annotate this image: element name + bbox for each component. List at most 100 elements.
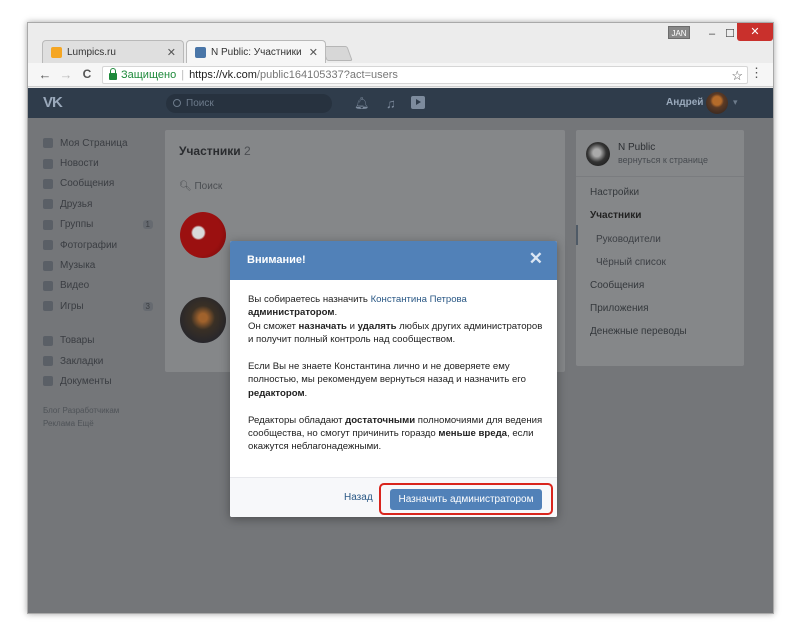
news-icon — [43, 158, 53, 169]
menu-item-goods[interactable]: Товары — [43, 331, 153, 351]
dialog-text: и — [346, 320, 358, 332]
panel-item-money-transfers[interactable]: Денежные переводы — [590, 326, 687, 337]
friends-icon — [43, 199, 53, 210]
members-search-input[interactable]: 🔍︎ Поиск — [179, 181, 222, 192]
reload-button[interactable]: C — [80, 67, 94, 82]
home-icon — [43, 138, 53, 149]
notifications-bell-icon[interactable]: 🔔︎ — [354, 96, 369, 110]
back-button[interactable]: ← — [38, 67, 52, 82]
games-icon — [43, 301, 53, 312]
tab-close-icon[interactable]: ✕ — [309, 46, 318, 59]
divider — [576, 176, 744, 177]
music-icon — [43, 260, 53, 271]
vk-search-input[interactable]: Поиск — [166, 94, 332, 113]
left-menu: Моя Страница Новости Сообщения Друзья Гр… — [43, 133, 153, 430]
members-title-label: Участники — [179, 144, 241, 158]
menu-item-label: Группы — [60, 219, 94, 231]
menu-item-groups[interactable]: Группы 1 — [43, 215, 153, 235]
community-name[interactable]: N Public — [618, 142, 655, 153]
avatar[interactable] — [706, 92, 728, 114]
forward-button[interactable]: → — [59, 67, 73, 82]
assign-admin-button[interactable]: Назначить администратором — [390, 489, 542, 510]
dialog-paragraph-3: Редакторы обладают достаточными полномоч… — [248, 414, 548, 454]
panel-item-apps[interactable]: Приложения — [590, 303, 649, 314]
music-note-icon[interactable]: ♫ — [386, 96, 396, 111]
footer-links-1[interactable]: Блог Разработчикам — [43, 404, 153, 417]
browser-toolbar: ← → C Защищено | https://vk.com /public1… — [28, 63, 773, 87]
menu-gap — [43, 317, 153, 331]
menu-item-documents[interactable]: Документы — [43, 371, 153, 391]
documents-icon — [43, 376, 53, 387]
lock-icon — [109, 68, 117, 80]
members-title: Участники 2 — [179, 144, 251, 158]
back-button[interactable]: Назад — [344, 492, 373, 503]
chevron-down-icon[interactable]: ▾ — [733, 97, 738, 108]
address-bar[interactable]: Защищено | https://vk.com /public1641053… — [102, 66, 748, 84]
active-item-indicator — [576, 225, 578, 245]
panel-item-messages[interactable]: Сообщения — [590, 280, 644, 291]
member-avatar[interactable] — [180, 297, 226, 343]
menu-item-label: Музыка — [60, 260, 96, 272]
url-host: https://vk.com — [189, 69, 257, 81]
menu-item-music[interactable]: Музыка — [43, 255, 153, 275]
vk-logo[interactable]: VK — [43, 94, 63, 111]
menu-item-friends[interactable]: Друзья — [43, 194, 153, 214]
browser-menu-icon[interactable]: ⋮ — [750, 66, 763, 80]
menu-item-label: Друзья — [60, 198, 93, 210]
dialog-bold-text: редактором — [248, 387, 305, 399]
window-close-button[interactable]: ✕ — [737, 23, 773, 41]
dialog-text: Редакторы обладают — [248, 414, 346, 426]
dialog-bold-role: администратором — [248, 307, 335, 319]
panel-item-members[interactable]: Участники — [590, 210, 641, 221]
menu-item-news[interactable]: Новости — [43, 153, 153, 173]
tab-title: N Public: Участники — [211, 46, 302, 58]
menu-item-label: Новости — [60, 158, 99, 170]
menu-item-my-page[interactable]: Моя Страница — [43, 133, 153, 153]
member-avatar[interactable] — [180, 212, 226, 258]
dialog-text: . — [334, 307, 338, 319]
menu-item-photos[interactable]: Фотографии — [43, 235, 153, 255]
dialog-footer: Назад Назначить администратором — [230, 477, 557, 517]
groups-count-badge: 1 — [142, 220, 153, 230]
footer-links-2[interactable]: Реклама Ещё — [43, 417, 153, 430]
url-path: /public164105337?act=users — [256, 69, 398, 81]
members-count: 2 — [244, 144, 251, 158]
confirm-admin-dialog: Внимание! ✕ Вы собираетесь назначить Кон… — [230, 241, 557, 517]
community-avatar[interactable] — [586, 142, 610, 166]
menu-item-games[interactable]: Игры 3 — [43, 296, 153, 316]
community-back-link[interactable]: вернуться к странице — [618, 155, 708, 165]
close-icon[interactable]: ✕ — [529, 250, 543, 268]
video-play-icon[interactable] — [411, 96, 425, 109]
games-count-badge: 3 — [142, 301, 153, 311]
dialog-bold-text: меньше вреда — [438, 428, 508, 440]
user-link[interactable]: Константина Петрова — [371, 294, 467, 305]
tab-vk-members[interactable]: N Public: Участники ✕ — [186, 40, 326, 63]
search-icon — [173, 99, 181, 107]
menu-item-label: Фотографии — [60, 239, 118, 251]
tab-strip: Lumpics.ru ✕ N Public: Участники ✕ JAN –… — [28, 23, 773, 63]
panel-item-managers[interactable]: Руководители — [596, 234, 661, 245]
dialog-bold-text: назначать — [298, 320, 347, 332]
vk-header: VK Поиск 🔔︎ ♫ Андрей ▾ — [28, 88, 773, 118]
tab-lumpics[interactable]: Lumpics.ru ✕ — [42, 40, 184, 63]
tab-close-icon[interactable]: ✕ — [167, 46, 176, 59]
menu-item-bookmarks[interactable]: Закладки — [43, 351, 153, 371]
panel-item-blacklist[interactable]: Чёрный список — [596, 257, 666, 268]
vk-user-name[interactable]: Андрей — [666, 97, 703, 108]
address-separator: | — [181, 69, 185, 81]
browser-window: Lumpics.ru ✕ N Public: Участники ✕ JAN –… — [27, 22, 774, 614]
goods-icon — [43, 335, 53, 346]
members-search-placeholder: Поиск — [194, 181, 223, 192]
menu-item-label: Игры — [60, 300, 84, 312]
messages-icon — [43, 178, 53, 189]
menu-item-messages[interactable]: Сообщения — [43, 174, 153, 194]
bookmark-star-icon[interactable]: ☆ — [731, 68, 743, 84]
dialog-header: Внимание! ✕ — [230, 241, 557, 280]
menu-item-label: Моя Страница — [60, 137, 128, 149]
bookmarks-icon — [43, 356, 53, 367]
secure-label: Защищено — [121, 69, 177, 81]
panel-item-settings[interactable]: Настройки — [590, 187, 639, 198]
dialog-text: Если Вы не знаете Константина лично и не… — [248, 361, 526, 386]
groups-icon — [43, 219, 53, 230]
menu-item-video[interactable]: Видео — [43, 276, 153, 296]
